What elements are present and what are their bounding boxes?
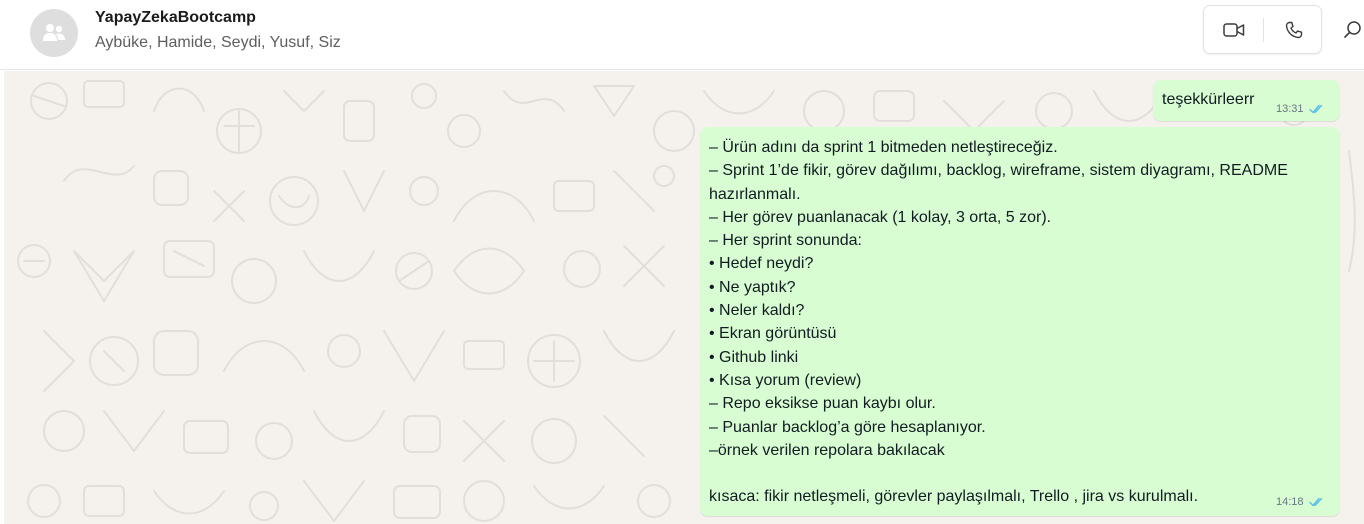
message-line: – Sprint 1’de fikir, görev dağılımı, bac… — [709, 162, 1288, 180]
message-line: • Hedef neydi? — [709, 255, 814, 273]
message-line: –örnek verilen repolara bakılacak — [709, 441, 945, 459]
read-receipt-icon — [1308, 497, 1322, 507]
call-buttons — [1203, 5, 1322, 54]
phone-icon — [1285, 21, 1302, 38]
video-call-icon — [1222, 22, 1244, 37]
read-receipt-icon — [1308, 104, 1322, 114]
video-call-button[interactable] — [1204, 6, 1263, 53]
voice-call-button[interactable] — [1264, 6, 1323, 53]
message-bubble-outgoing[interactable]: teşekkürleerr 13:31 — [1153, 80, 1340, 121]
message-time: 14:18 — [1276, 496, 1304, 508]
message-line: hazırlanmalı. — [709, 185, 801, 203]
message-meta: 14:18 — [1276, 496, 1325, 508]
message-line: • Ne yaptık? — [709, 278, 796, 296]
chat-title[interactable]: YapayZekaBootcamp — [95, 9, 256, 27]
message-meta: 13:31 — [1276, 103, 1325, 115]
message-bubble-outgoing[interactable]: – Ürün adını da sprint 1 bitmeden netleş… — [700, 127, 1340, 516]
message-line: – Puanlar backlog’a göre hesaplanıyor. — [709, 418, 986, 436]
message-text: – Ürün adını da sprint 1 bitmeden netleş… — [709, 136, 1334, 509]
chat-header[interactable]: YapayZekaBootcamp Aybüke, Hamide, Seydi,… — [0, 0, 1364, 70]
message-line: – Her sprint sonunda: — [709, 232, 862, 250]
search-button[interactable] — [1342, 16, 1364, 42]
group-icon — [43, 24, 65, 41]
message-line: • Neler kaldı? — [709, 302, 805, 320]
message-list[interactable]: teşekkürleerr 13:31 – Ürün adını da spri… — [4, 71, 1364, 524]
message-line: • Github linki — [709, 348, 799, 366]
message-line: kısaca: fikir netleşmeli, görevler payla… — [709, 488, 1199, 506]
group-avatar[interactable] — [30, 9, 78, 57]
message-line: – Her görev puanlanacak (1 kolay, 3 orta… — [709, 208, 1052, 226]
message-text: teşekkürleerr — [1162, 91, 1255, 108]
message-line — [709, 462, 1334, 485]
message-line: – Ürün adını da sprint 1 bitmeden netleş… — [709, 139, 1058, 156]
chat-members[interactable]: Aybüke, Hamide, Seydi, Yusuf, Siz — [95, 34, 341, 52]
search-icon — [1344, 21, 1361, 38]
message-time: 13:31 — [1276, 103, 1304, 115]
message-line: • Ekran görüntüsü — [709, 325, 837, 343]
chat-window: YapayZekaBootcamp Aybüke, Hamide, Seydi,… — [0, 0, 1364, 524]
message-line: • Kısa yorum (review) — [709, 371, 862, 389]
message-line: – Repo eksikse puan kaybı olur. — [709, 395, 936, 413]
